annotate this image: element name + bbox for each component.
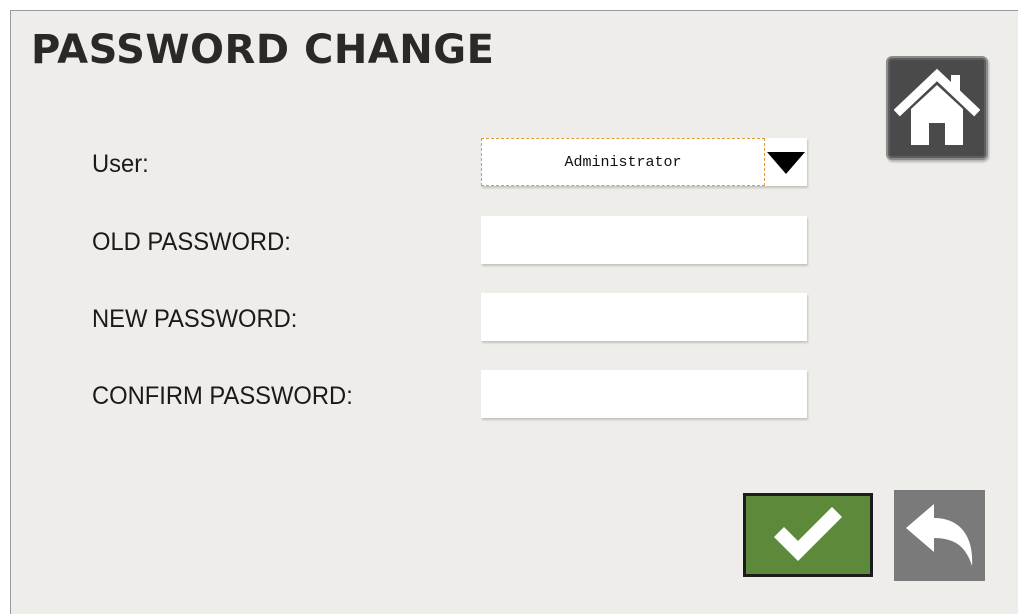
home-button[interactable] [886,56,988,160]
new-password-label: NEW PASSWORD: [92,305,298,333]
new-password-field-box[interactable] [481,293,807,341]
home-icon [894,68,980,145]
old-password-label: OLD PASSWORD: [92,228,291,256]
confirm-password-field[interactable] [481,370,807,418]
user-label: User: [92,150,149,178]
old-password-field[interactable] [481,216,807,264]
user-select-value: Administrator [481,138,765,186]
confirm-password-field-box[interactable] [481,370,807,418]
dropdown-arrow-icon[interactable] [767,152,805,174]
confirm-button[interactable] [743,493,873,577]
password-change-screen: PASSWORD CHANGE User: Administrator OLD … [10,10,1018,614]
confirm-password-label: CONFIRM PASSWORD: [92,382,353,410]
back-arrow-icon [905,503,972,566]
new-password-field[interactable] [481,293,807,341]
back-button[interactable] [894,490,985,581]
old-password-field-box[interactable] [481,216,807,264]
checkmark-icon [774,507,842,561]
page-title: PASSWORD CHANGE [31,27,495,73]
user-select[interactable]: Administrator [481,138,807,186]
